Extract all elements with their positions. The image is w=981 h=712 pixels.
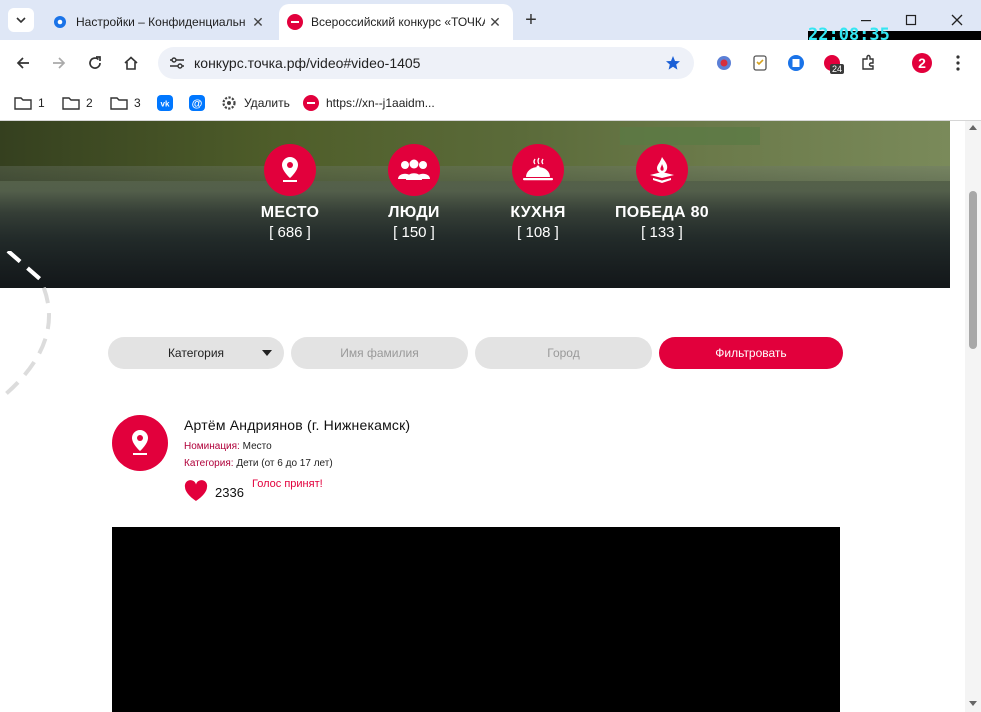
site-favicon [287,14,303,30]
category-line: Категория: Дети (от 6 до 17 лет) [184,458,333,469]
at-sign-icon: @ [188,95,206,111]
participant-name: Артём Андриянов (г. Нижнекамск) [184,417,411,433]
folder-icon [62,95,80,111]
site-favicon [302,95,320,111]
bookmark-star-icon[interactable] [662,52,684,74]
bookmark-vk[interactable]: vk [156,92,180,114]
bookmark-label: Удалить [244,96,290,110]
scroll-up-arrow-icon[interactable] [969,125,977,130]
tab-contest[interactable]: Всероссийский конкурс «ТОЧКА ✕ [279,4,513,40]
city-input-placeholder: Город [547,346,580,360]
bookmark-folder-3[interactable]: 3 [110,92,141,114]
svg-text:@: @ [192,98,203,110]
eternal-flame-icon [636,144,688,196]
bookmark-label: 1 [38,96,45,110]
svg-text:vk: vk [161,100,170,109]
decorative-dashed-arc [0,251,51,401]
tab-title: Настройки – Конфиденциальн [76,15,246,29]
page-scrollbar[interactable] [965,121,981,712]
back-button[interactable] [11,51,35,75]
bookmarks-bar: 1 2 3 vk @ Удалить https://xn--j1aaidm..… [0,86,981,121]
bookmark-label: https://xn--j1aaidm... [326,96,435,110]
extension-doc-icon[interactable] [784,51,808,75]
video-entry: Артём Андриянов (г. Нижнекамск) Номинаци… [112,415,842,505]
extension-clipboard-icon[interactable] [748,51,772,75]
bookmark-label: 2 [86,96,93,110]
site-info-icon[interactable] [166,52,188,74]
category-key: Категория: [184,458,234,469]
tab-title: Всероссийский конкурс «ТОЧКА [311,15,485,29]
folder-icon [110,95,128,111]
chevron-down-icon [16,17,26,23]
url-text[interactable]: конкурс.точка.рф/video#video-1405 [194,55,662,71]
cloche-icon [512,144,564,196]
caret-down-icon [262,350,272,356]
vk-icon: vk [156,95,174,111]
bookmark-folder-2[interactable]: 2 [62,92,93,114]
menu-kebab-icon[interactable] [946,51,970,75]
page-viewport: МЕСТО [ 686 ] ЛЮДИ [ 150 ] КУХНЯ [ 108 ]… [0,121,965,712]
tab-search-button[interactable] [8,8,34,32]
extension-badge-count: 24 [830,64,845,74]
home-button[interactable] [119,51,143,75]
close-icon[interactable]: ✕ [248,12,268,32]
bookmark-mail[interactable]: @ [188,92,212,114]
category-count: [ 133 ] [641,224,683,241]
browser-chrome: Настройки – Конфиденциальн ✕ Всероссийск… [0,0,981,121]
extensions-puzzle-icon[interactable] [856,51,880,75]
forward-button[interactable] [47,51,71,75]
reload-icon [89,56,101,69]
bookmark-folder-1[interactable]: 1 [14,92,45,114]
new-tab-button[interactable]: + [520,10,542,32]
arrow-right-icon [53,57,66,69]
scrollbar-thumb[interactable] [969,191,977,349]
close-icon[interactable]: ✕ [485,12,505,32]
arrow-left-icon [16,57,29,69]
tab-settings[interactable]: Настройки – Конфиденциальн ✕ [40,4,276,40]
map-pin-icon [264,144,316,196]
gear-icon [220,95,238,111]
reload-button[interactable] [83,51,107,75]
profile-avatar-icon[interactable]: 2 [910,51,934,75]
filter-submit-label: Фильтровать [715,346,787,360]
extension-badge-icon[interactable]: 24 [820,51,845,75]
extension-globe-icon[interactable] [712,51,736,75]
bookmark-delete[interactable]: Удалить [220,92,290,114]
name-input[interactable]: Имя фамилия [291,337,468,369]
filter-submit-button[interactable]: Фильтровать [659,337,843,369]
filter-bar: Категория Имя фамилия Город Фильтровать [108,337,844,369]
name-input-placeholder: Имя фамилия [340,346,419,360]
scroll-down-arrow-icon[interactable] [969,701,977,706]
people-icon [388,144,440,196]
bookmark-label: 3 [134,96,141,110]
heart-icon[interactable] [184,480,208,502]
category-value: Дети (от 6 до 17 лет) [236,458,333,469]
gear-icon [52,14,68,30]
folder-icon [14,95,32,111]
category-victory-80[interactable]: ПОБЕДА 80 [ 133 ] [587,144,737,241]
map-pin-icon [112,415,168,471]
city-input[interactable]: Город [475,337,652,369]
hero-banner: МЕСТО [ 686 ] ЛЮДИ [ 150 ] КУХНЯ [ 108 ]… [0,121,950,288]
category-name: ПОБЕДА 80 [614,204,709,221]
toolbar: конкурс.точка.рф/video#video-1405 24 2 [0,40,981,86]
svg-text:2: 2 [918,55,926,71]
category-select-value: Категория [167,346,225,360]
bookmark-site[interactable]: https://xn--j1aaidm... [302,92,435,114]
vote-status: Голос принят! [252,478,323,490]
category-select[interactable]: Категория [108,337,284,369]
address-bar[interactable]: конкурс.точка.рф/video#video-1405 [158,47,694,79]
nomination-key: Номинация: [184,441,240,452]
nomination-line: Номинация: Место [184,441,272,452]
video-player[interactable] [112,527,840,712]
hero-background-grass [620,127,760,145]
vote-count: 2336 [215,485,244,500]
home-icon [124,56,138,70]
nomination-value: Место [242,441,272,452]
